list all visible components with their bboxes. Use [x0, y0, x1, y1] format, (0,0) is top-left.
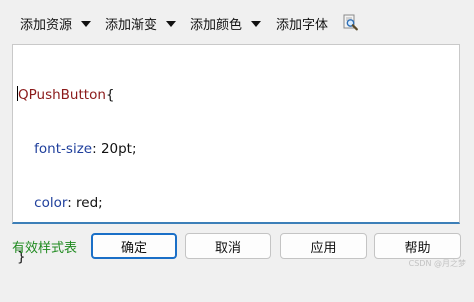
code-value: red;	[76, 195, 103, 211]
add-color-menu[interactable]: 添加颜色	[190, 14, 262, 33]
stylesheet-editor[interactable]: QPushButton{ font-size: 20pt; color: red…	[12, 44, 460, 265]
code-value: 20pt;	[100, 141, 137, 157]
status-valid-stylesheet: 有效样式表	[12, 241, 78, 256]
add-resource-label: 添加资源	[20, 17, 73, 33]
code-property: font-size	[34, 141, 93, 157]
apply-button[interactable]: 应用	[280, 233, 367, 259]
code-line: color: red;	[34, 195, 103, 211]
toolbar: 添加资源 添加渐变 添加颜色 添加字体	[0, 0, 474, 44]
code-content: QPushButton{ font-size: 20pt; color: red…	[17, 50, 137, 302]
add-resource-menu[interactable]: 添加资源	[20, 14, 92, 33]
ok-button[interactable]: 确定	[91, 233, 177, 259]
add-gradient-menu[interactable]: 添加渐变	[105, 14, 177, 33]
add-gradient-label: 添加渐变	[105, 17, 158, 33]
add-color-label: 添加颜色	[190, 17, 243, 33]
dropdown-arrow-icon	[251, 20, 262, 27]
help-button[interactable]: 帮助	[374, 233, 461, 259]
dropdown-arrow-icon	[166, 20, 177, 27]
add-font-menu[interactable]: 添加字体	[276, 14, 329, 33]
code-line: QPushButton{	[17, 86, 137, 104]
dropdown-arrow-icon	[81, 20, 92, 27]
code-property: color	[34, 195, 68, 211]
cancel-button[interactable]: 取消	[185, 233, 271, 259]
code-brace-open: {	[105, 87, 115, 103]
magnifier-document-icon[interactable]	[342, 14, 359, 31]
add-font-label: 添加字体	[276, 17, 329, 33]
code-line: font-size: 20pt;	[34, 141, 137, 157]
code-selector: QPushButton	[18, 87, 106, 103]
watermark: CSDN @月之梦	[408, 259, 466, 268]
